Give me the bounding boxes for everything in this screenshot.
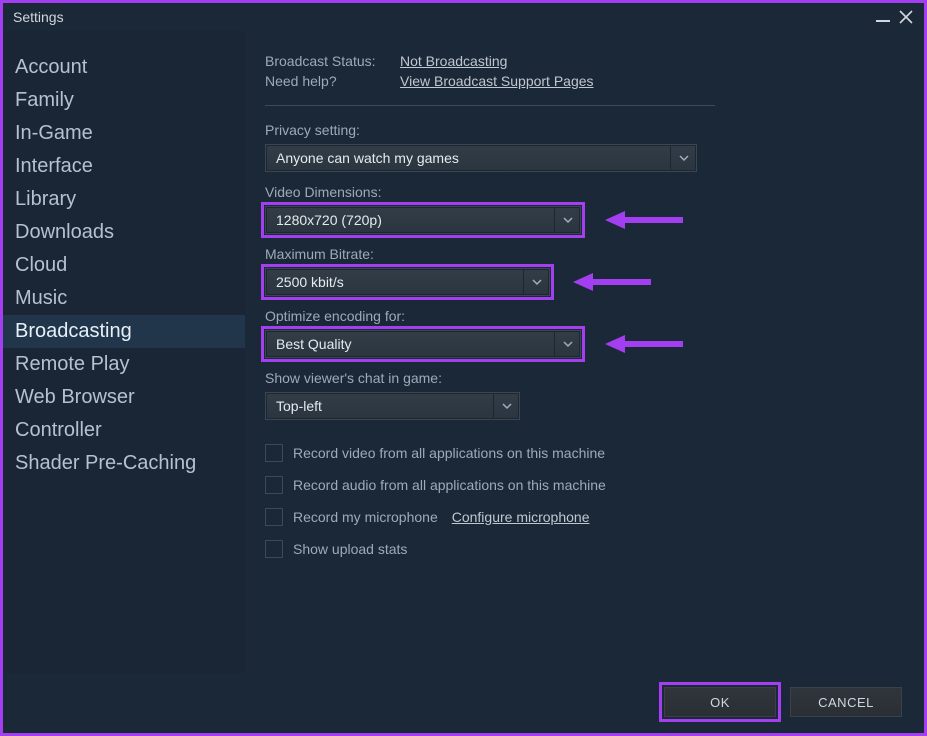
chevron-down-icon	[523, 269, 549, 295]
chevron-down-icon	[670, 145, 696, 171]
bitrate-select[interactable]: 2500 kbit/s	[265, 268, 550, 296]
minimize-icon	[876, 20, 890, 22]
sidebar-item-broadcasting[interactable]: Broadcasting	[3, 315, 245, 348]
titlebar: Settings	[3, 3, 924, 31]
record-audio-row: Record audio from all applications on th…	[265, 476, 894, 494]
annotation-arrow-icon	[573, 270, 653, 294]
chat-select[interactable]: Top-left	[265, 392, 520, 420]
encoding-select[interactable]: Best Quality	[265, 330, 581, 358]
sidebar-item-label: Interface	[15, 155, 93, 177]
configure-mic-link[interactable]: Configure microphone	[452, 509, 590, 525]
broadcast-status-value[interactable]: Not Broadcasting	[400, 53, 507, 69]
record-video-row: Record video from all applications on th…	[265, 444, 894, 462]
record-audio-label: Record audio from all applications on th…	[293, 477, 606, 493]
window-title: Settings	[13, 9, 64, 25]
cancel-button-label: CANCEL	[818, 695, 874, 710]
record-video-label: Record video from all applications on th…	[293, 445, 605, 461]
bitrate-label: Maximum Bitrate:	[265, 246, 894, 262]
privacy-label: Privacy setting:	[265, 122, 894, 138]
record-mic-row: Record my microphone Configure microphon…	[265, 508, 894, 526]
close-icon	[898, 9, 914, 25]
chat-label: Show viewer's chat in game:	[265, 370, 894, 386]
sidebar-item-label: Library	[15, 188, 76, 210]
chat-value: Top-left	[266, 398, 332, 414]
sidebar-item-label: Controller	[15, 419, 102, 441]
sidebar-item-library[interactable]: Library	[3, 183, 245, 216]
footer: OK CANCEL	[664, 687, 902, 717]
sidebar-item-downloads[interactable]: Downloads	[3, 216, 245, 249]
upload-stats-row: Show upload stats	[265, 540, 894, 558]
window-controls	[876, 9, 914, 25]
bitrate-value: 2500 kbit/s	[266, 274, 354, 290]
sidebar-item-label: Remote Play	[15, 353, 130, 375]
close-button[interactable]	[898, 9, 914, 25]
help-label: Need help?	[265, 73, 380, 89]
divider	[265, 105, 715, 106]
sidebar-item-controller[interactable]: Controller	[3, 414, 245, 447]
sidebar-item-cloud[interactable]: Cloud	[3, 249, 245, 282]
sidebar-item-label: Web Browser	[15, 386, 135, 408]
help-link[interactable]: View Broadcast Support Pages	[400, 73, 594, 89]
sidebar-item-label: Broadcasting	[15, 320, 132, 342]
upload-stats-label: Show upload stats	[293, 541, 407, 557]
sidebar-item-interface[interactable]: Interface	[3, 150, 245, 183]
sidebar-item-label: Cloud	[15, 254, 67, 276]
minimize-button[interactable]	[876, 12, 890, 22]
record-audio-checkbox[interactable]	[265, 476, 283, 494]
sidebar-item-label: Shader Pre-Caching	[15, 452, 196, 474]
broadcast-status-label: Broadcast Status:	[265, 53, 380, 69]
sidebar-item-label: Music	[15, 287, 67, 309]
record-mic-label: Record my microphone	[293, 509, 438, 525]
record-mic-checkbox[interactable]	[265, 508, 283, 526]
encoding-value: Best Quality	[266, 336, 361, 352]
record-video-checkbox[interactable]	[265, 444, 283, 462]
privacy-select[interactable]: Anyone can watch my games	[265, 144, 697, 172]
video-dimensions-value: 1280x720 (720p)	[266, 212, 392, 228]
sidebar: Account Family In-Game Interface Library…	[3, 31, 245, 673]
content-panel: Broadcast Status: Not Broadcasting Need …	[245, 31, 924, 673]
privacy-value: Anyone can watch my games	[266, 150, 469, 166]
ok-button-label: OK	[710, 695, 730, 710]
chevron-down-icon	[493, 393, 519, 419]
sidebar-item-label: Downloads	[15, 221, 114, 243]
sidebar-item-music[interactable]: Music	[3, 282, 245, 315]
annotation-arrow-icon	[605, 332, 685, 356]
sidebar-item-in-game[interactable]: In-Game	[3, 117, 245, 150]
encoding-label: Optimize encoding for:	[265, 308, 894, 324]
sidebar-item-label: Family	[15, 89, 74, 111]
sidebar-item-web-browser[interactable]: Web Browser	[3, 381, 245, 414]
sidebar-item-shader-pre-caching[interactable]: Shader Pre-Caching	[3, 447, 245, 480]
sidebar-item-account[interactable]: Account	[3, 51, 245, 84]
chevron-down-icon	[554, 207, 580, 233]
video-dimensions-select[interactable]: 1280x720 (720p)	[265, 206, 581, 234]
video-dimensions-label: Video Dimensions:	[265, 184, 894, 200]
upload-stats-checkbox[interactable]	[265, 540, 283, 558]
sidebar-item-label: In-Game	[15, 122, 93, 144]
annotation-arrow-icon	[605, 208, 685, 232]
sidebar-item-family[interactable]: Family	[3, 84, 245, 117]
ok-button[interactable]: OK	[664, 687, 776, 717]
cancel-button[interactable]: CANCEL	[790, 687, 902, 717]
sidebar-item-label: Account	[15, 56, 87, 78]
sidebar-item-remote-play[interactable]: Remote Play	[3, 348, 245, 381]
chevron-down-icon	[554, 331, 580, 357]
